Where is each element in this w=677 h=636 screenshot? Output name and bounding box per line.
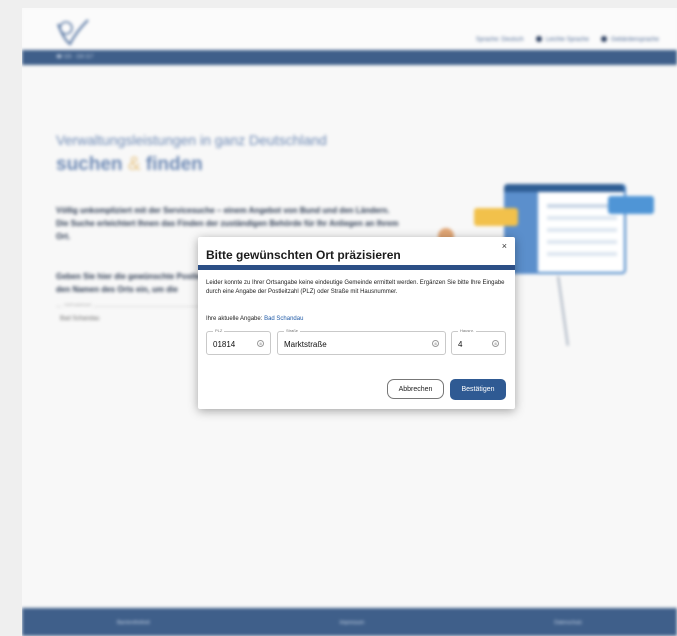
footer-link-privacy[interactable]: Datenschutz: [554, 620, 582, 626]
simple-language-icon: [535, 36, 542, 42]
confirm-button[interactable]: Bestätigen: [450, 379, 506, 400]
plz-value: 01814: [213, 340, 236, 349]
header-bar: [22, 50, 677, 65]
illustration-card-blue: [608, 196, 654, 214]
dialog-title-rule: [198, 265, 515, 270]
current-location-link[interactable]: Bad Schandau: [264, 316, 303, 322]
illustration-lines: [547, 204, 617, 208]
illustration-card-yellow: [474, 208, 518, 226]
current-location: Ihre aktuelle Angabe: Bad Schandau: [206, 316, 303, 322]
footer-link-imprint[interactable]: Impressum: [340, 620, 365, 626]
hero-heading-line1: Verwaltungsleistungen in ganz Deutschlan…: [56, 132, 327, 148]
simple-language-label: Leichte Sprache: [545, 37, 589, 43]
plz-label: PLZ: [213, 328, 225, 334]
language-link[interactable]: Sprache: Deutsch: [476, 37, 524, 43]
street-clear-icon[interactable]: ⊗: [432, 340, 439, 347]
street-field[interactable]: Straße Marktstraße ⊗: [277, 328, 446, 355]
street-label: Straße: [284, 328, 301, 334]
dialog-message: Leider konnte zu Ihrer Ortsangabe keine …: [206, 280, 505, 295]
header-links: Sprache: Deutsch Leichte Sprache Gebärde…: [476, 36, 659, 43]
site-logo: [56, 19, 89, 46]
hero-ampersand: &: [127, 154, 141, 175]
footer-link-accessibility[interactable]: Barrierefreiheit: [117, 620, 150, 626]
footer-links: Barrierefreiheit Impressum Datenschutz: [22, 620, 677, 626]
header-phone: ☎ 115 · 116 117: [56, 54, 94, 60]
simple-language-link[interactable]: Leichte Sprache: [535, 36, 589, 43]
cancel-button[interactable]: Abbrechen: [387, 379, 444, 399]
location-search-label: Ort/Postleitzahl: [62, 302, 94, 307]
location-search-value: Bad Schandau: [60, 316, 100, 322]
house-number-clear-icon[interactable]: ⊗: [492, 340, 499, 347]
house-number-value: 4: [458, 340, 463, 349]
house-number-label: Hausnr.: [458, 328, 476, 334]
close-icon[interactable]: ×: [502, 241, 507, 251]
sign-language-label: Gebärdensprache: [610, 37, 659, 43]
street-value: Marktstraße: [284, 340, 327, 349]
hero-word-find: finden: [145, 154, 203, 175]
illustration-stand: [557, 276, 569, 346]
hero-heading-line2: suchen & finden: [56, 154, 203, 176]
sign-language-link[interactable]: Gebärdensprache: [600, 36, 659, 43]
plz-field[interactable]: PLZ 01814 ⊗: [206, 328, 271, 355]
plz-clear-icon[interactable]: ⊗: [257, 340, 264, 347]
sign-language-icon: [600, 36, 607, 42]
dialog-title: Bitte gewünschten Ort präzisieren: [206, 248, 401, 262]
illustration-titlebar: [504, 184, 624, 192]
location-dialog: Bitte gewünschten Ort präzisieren × Leid…: [198, 237, 515, 409]
house-number-field[interactable]: Hausnr. 4 ⊗: [451, 328, 506, 355]
site-header: Sprache: Deutsch Leichte Sprache Gebärde…: [22, 8, 677, 50]
hero-word-search: suchen: [56, 154, 123, 175]
current-location-label: Ihre aktuelle Angabe:: [206, 316, 263, 322]
